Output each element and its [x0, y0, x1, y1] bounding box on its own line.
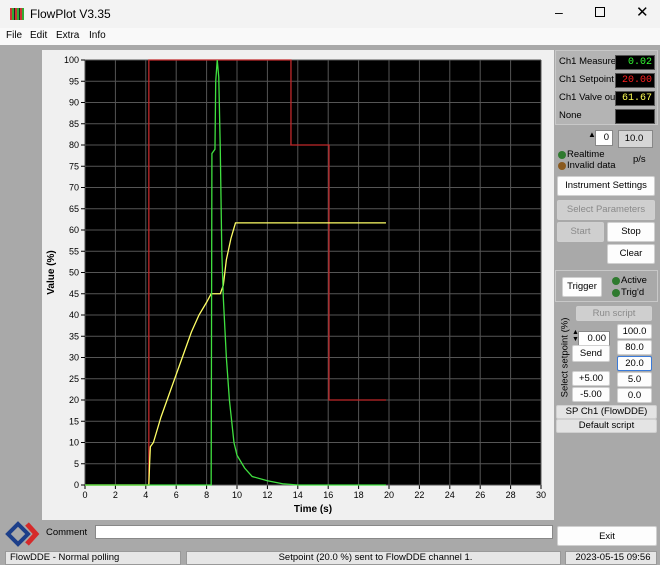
x-tick-label: 18	[354, 490, 364, 500]
title-bar: FlowPlot V3.35 – ✕	[0, 0, 660, 28]
x-tick-label: 20	[384, 490, 394, 500]
readout-measure: 0.02	[615, 55, 655, 70]
x-tick-label: 26	[475, 490, 485, 500]
x-tick-label: 30	[536, 490, 546, 500]
y-tick-label: 55	[69, 246, 79, 256]
y-tick-label: 45	[69, 289, 79, 299]
setpoint-title: Select setpoint (%)	[559, 317, 571, 398]
minus-5-button[interactable]: -5.00	[572, 387, 610, 402]
readout-label: Ch1 Valve out	[559, 92, 617, 103]
rate-display: 10.0	[618, 130, 653, 148]
exit-button[interactable]: Exit	[557, 526, 657, 546]
x-tick-label: 16	[323, 490, 333, 500]
y-tick-label: 85	[69, 119, 79, 129]
menu-edit[interactable]: Edit	[30, 30, 47, 41]
preset-5-button[interactable]: 5.0	[617, 372, 652, 387]
window-title: FlowPlot V3.35	[30, 7, 111, 21]
trigd-led-icon	[612, 289, 620, 297]
rate-stepper[interactable]: 0	[595, 130, 613, 146]
instrument-settings-button[interactable]: Instrument Settings	[557, 176, 655, 196]
trigger-group: Trigger Active Trig'd	[555, 270, 658, 302]
invalid-data-led-icon	[558, 162, 566, 170]
x-tick-label: 0	[82, 490, 87, 500]
default-script-selector[interactable]: Default script	[556, 419, 657, 433]
y-tick-label: 20	[69, 395, 79, 405]
y-tick-label: 75	[69, 161, 79, 171]
x-tick-label: 10	[232, 490, 242, 500]
preset-80-button[interactable]: 80.0	[617, 340, 652, 355]
menu-info[interactable]: Info	[89, 30, 106, 41]
active-label: Active	[621, 275, 647, 286]
x-tick-label: 2	[113, 490, 118, 500]
clear-button[interactable]: Clear	[607, 244, 655, 264]
y-tick-label: 70	[69, 183, 79, 193]
menu-extra[interactable]: Extra	[56, 30, 79, 41]
start-button[interactable]: Start	[557, 222, 604, 242]
x-tick-label: 22	[414, 490, 424, 500]
status-datetime: 2023-05-15 09:56	[565, 551, 657, 565]
x-tick-label: 14	[293, 490, 303, 500]
preset-100-button[interactable]: 100.0	[617, 324, 652, 339]
select-parameters-button[interactable]: Select Parameters	[557, 200, 655, 220]
x-tick-label: 4	[143, 490, 148, 500]
menu-file[interactable]: File	[6, 30, 22, 41]
y-tick-label: 30	[69, 353, 79, 363]
y-tick-label: 90	[69, 98, 79, 108]
y-tick-label: 35	[69, 331, 79, 341]
readouts-group: Ch1 Measure 0.02 Ch1 Setpoint 20.00 Ch1 …	[555, 50, 658, 125]
sp-channel-selector[interactable]: SP Ch1 (FlowDDE)	[556, 405, 657, 419]
trigd-label: Trig'd	[621, 287, 645, 298]
comment-label: Comment	[46, 527, 88, 538]
readout-label: Ch1 Setpoint	[559, 74, 614, 85]
x-tick-label: 28	[506, 490, 516, 500]
readout-none	[615, 109, 655, 124]
y-tick-label: 15	[69, 416, 79, 426]
logo-icon	[5, 521, 45, 547]
control-panel: Ch1 Measure 0.02 Ch1 Setpoint 20.00 Ch1 …	[555, 50, 660, 550]
preset-20-button[interactable]: 20.0	[617, 356, 652, 371]
preset-0-button[interactable]: 0.0	[617, 388, 652, 403]
y-tick-label: 50	[69, 268, 79, 278]
y-tick-label: 100	[64, 55, 79, 65]
trigger-button[interactable]: Trigger	[562, 277, 602, 297]
active-led-icon	[612, 277, 620, 285]
realtime-label: Realtime	[567, 149, 605, 160]
rate-unit: p/s	[633, 154, 646, 165]
status-connection: FlowDDE - Normal polling	[5, 551, 181, 565]
y-tick-label: 60	[69, 225, 79, 235]
menu-bar: File Edit Extra Info	[0, 28, 660, 45]
y-tick-label: 0	[74, 480, 79, 490]
y-tick-label: 25	[69, 374, 79, 384]
x-tick-label: 24	[445, 490, 455, 500]
comment-input[interactable]	[95, 525, 553, 539]
y-tick-label: 65	[69, 204, 79, 214]
minimize-icon[interactable]: –	[555, 4, 563, 20]
status-message: Setpoint (20.0 %) sent to FlowDDE channe…	[186, 551, 561, 565]
y-tick-label: 5	[74, 459, 79, 469]
run-script-button[interactable]: Run script	[576, 306, 652, 321]
x-tick-label: 6	[174, 490, 179, 500]
readout-label: Ch1 Measure	[559, 56, 617, 67]
realtime-led-icon	[558, 151, 566, 159]
stop-button[interactable]: Stop	[607, 222, 655, 242]
invalid-data-label: Invalid data	[567, 160, 616, 171]
maximize-icon[interactable]	[595, 7, 605, 17]
readout-setpoint: 20.00	[615, 73, 655, 88]
y-tick-label: 80	[69, 140, 79, 150]
x-tick-label: 8	[204, 490, 209, 500]
x-axis-label: Time (s)	[294, 504, 332, 515]
x-tick-label: 12	[262, 490, 272, 500]
chart: 0 2 4 6 8 10 12 14 16 18 20 22 24 26 28 300510152025303…	[46, 55, 546, 515]
readout-valve: 61.67	[615, 91, 655, 106]
readout-label: None	[559, 110, 582, 121]
close-icon[interactable]: ✕	[636, 3, 649, 21]
app-icon	[10, 8, 24, 20]
plus-5-button[interactable]: +5.00	[572, 371, 610, 386]
send-button[interactable]: Send	[572, 345, 610, 362]
y-tick-label: 10	[69, 438, 79, 448]
y-axis-label: Value (%)	[46, 250, 57, 294]
y-tick-label: 95	[69, 76, 79, 86]
y-tick-label: 40	[69, 310, 79, 320]
chart-panel: 0 2 4 6 8 10 12 14 16 18 20 22 24 26 28 30 0 5 10 15 20 25 30 3…	[42, 50, 554, 520]
